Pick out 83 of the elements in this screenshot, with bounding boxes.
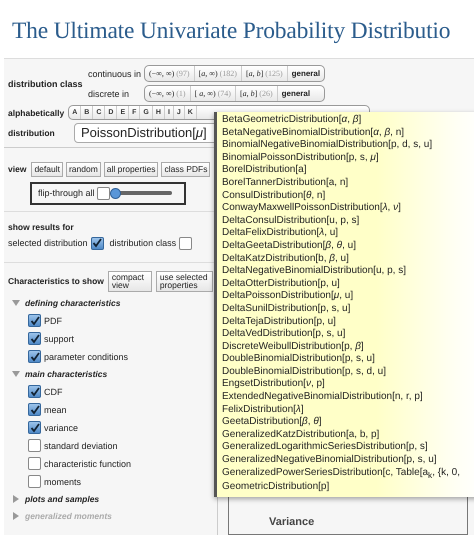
class-option[interactable]: [a, ∞) (182) [194, 66, 242, 81]
distribution-list-item[interactable]: DeltaKatzDistribution[b, β, u] [222, 252, 474, 266]
checkbox[interactable] [90, 236, 104, 250]
distribution-list-item[interactable]: GeneralizedPowerSeriesDistribution[c, Table[a$_{k}$, {k, 0, [222, 466, 474, 482]
checkbox[interactable] [28, 385, 41, 398]
class-option[interactable]: [a, b] (125) [242, 66, 288, 81]
checkbox[interactable] [28, 332, 41, 345]
distribution-list-item[interactable]: DiscreteWeibullDistribution[p, β] [222, 340, 474, 354]
row-label: discrete in [88, 88, 130, 98]
distribution-list-item[interactable]: DeltaTejaDistribution[p, u] [222, 316, 474, 328]
class-option[interactable]: general [278, 86, 314, 101]
characteristic-label: CDF [44, 386, 62, 396]
expanded-triangle-icon[interactable] [12, 299, 20, 307]
checkbox[interactable] [28, 475, 41, 488]
class-option[interactable]: [ a, ∞) (74) [190, 86, 236, 101]
option-label: selected distribution [8, 238, 88, 248]
characteristic-label: mean [44, 404, 67, 414]
output-heading: Variance [269, 516, 314, 528]
slider[interactable] [112, 188, 172, 198]
view-button[interactable]: class PDFs [161, 162, 210, 176]
checkbox[interactable] [28, 350, 41, 363]
view-label: view [8, 164, 26, 174]
checkbox[interactable] [28, 457, 41, 470]
characteristics-button[interactable]: use selected properties [156, 270, 213, 292]
distribution-list-item[interactable]: ExtendedNegativeBinomialDistribution[n, r, p] [222, 391, 474, 404]
show-results-label: show results for [8, 222, 75, 232]
expanded-triangle-icon[interactable] [12, 370, 20, 378]
view-button[interactable]: default [31, 162, 63, 176]
group-label[interactable]: defining characteristics [25, 298, 120, 308]
characteristic-label: variance [44, 422, 78, 432]
distribution-list-item[interactable]: DeltaConsulDistribution[u, p, s] [222, 214, 474, 228]
characteristics-button[interactable]: compact view [108, 270, 152, 292]
distribution-list-item[interactable]: GeneralizedNegativeBinomialDistribution[p, s, u] [222, 454, 474, 467]
view-button[interactable]: all properties [104, 162, 158, 176]
distribution-list-item[interactable]: ConsulDistribution[θ, n] [222, 190, 474, 202]
distribution-list-item[interactable]: EngsetDistribution[ν, p] [222, 378, 474, 392]
checkbox[interactable] [28, 403, 41, 416]
distribution-list-item[interactable]: DeltaPoissonDistribution[μ, u] [222, 290, 474, 303]
distribution-class-label: distribution class [8, 78, 84, 88]
row-label: continuous in [88, 68, 142, 78]
distribution-list-item[interactable]: DoubleBinomialDistribution[p, s, d, u] [222, 366, 474, 378]
distribution-list-item[interactable]: DoubleBinomialDistribution[p, s, u] [222, 353, 474, 366]
distribution-list-item[interactable]: ConwayMaxwellPoissonDistribution[λ, ν] [222, 202, 474, 215]
characteristic-label: parameter conditions [44, 352, 128, 362]
option-label: distribution class [110, 238, 176, 248]
distribution-list-item[interactable]: GeetaDistribution[β, θ] [222, 416, 474, 429]
class-option[interactable]: general [288, 66, 324, 81]
flip-through-label: flip-through all [38, 188, 95, 198]
distribution-list-item[interactable]: DeltaOtterDistribution[p, u] [222, 278, 474, 290]
distribution-list-item[interactable]: DeltaGeetaDistribution[β, θ, u] [222, 240, 474, 253]
group-label[interactable]: main characteristics [25, 369, 108, 379]
distribution-list-item[interactable]: GeneralizedKatzDistribution[a, b, p] [222, 428, 474, 442]
characteristic-label: characteristic function [44, 458, 132, 468]
distribution-list-item[interactable]: FelixDistribution[λ] [222, 404, 474, 416]
distribution-list-item[interactable]: BorelTannerDistribution[a, n] [222, 176, 474, 190]
checkbox[interactable] [28, 314, 41, 327]
characteristic-label: support [44, 334, 74, 344]
distribution-list-item[interactable]: GeneralizedLogarithmicSeriesDistribution[p, s] [222, 441, 474, 454]
distribution-list-item[interactable]: DeltaFelixDistribution[λ, u] [222, 227, 474, 240]
view-button[interactable]: random [66, 162, 101, 176]
distribution-label: distribution [8, 128, 56, 138]
page-title: The Ultimate Univariate Probability Distributio [11, 17, 452, 46]
group-label[interactable]: plots and samples [25, 494, 100, 504]
distribution-list-item[interactable]: DeltaSunilDistribution[p, s, u] [222, 302, 474, 316]
checkbox[interactable] [96, 186, 110, 200]
distribution-list-item[interactable]: DeltaVedDistribution[p, s, u] [222, 328, 474, 341]
class-option[interactable]: (−∞, ∞) (97) [145, 66, 195, 81]
collapsed-triangle-icon[interactable] [12, 495, 20, 503]
characteristic-label: PDF [44, 316, 62, 326]
distribution-list-item[interactable]: BinomialPoissonDistribution[p, s, μ] [222, 152, 474, 164]
checkbox[interactable] [28, 421, 41, 434]
checkbox[interactable] [179, 236, 192, 250]
distribution-list-item[interactable]: DeltaNegativeBinomialDistribution[u, p, s] [222, 265, 474, 278]
alphabetically-label: alphabetically [8, 108, 64, 118]
class-option[interactable]: (−∞, ∞) (1) [145, 86, 191, 101]
characteristic-label: standard deviation [44, 440, 118, 450]
distribution-list-item[interactable]: GeometricDistribution[p] [222, 481, 474, 494]
characteristic-label: moments [44, 476, 82, 486]
class-option[interactable]: [a, b] (26) [236, 86, 278, 101]
distribution-list-item[interactable]: BorelDistribution[a] [222, 164, 474, 177]
checkbox[interactable] [28, 439, 41, 452]
characteristics-label: Characteristics to show [8, 276, 104, 286]
slider-thumb[interactable] [110, 188, 122, 199]
